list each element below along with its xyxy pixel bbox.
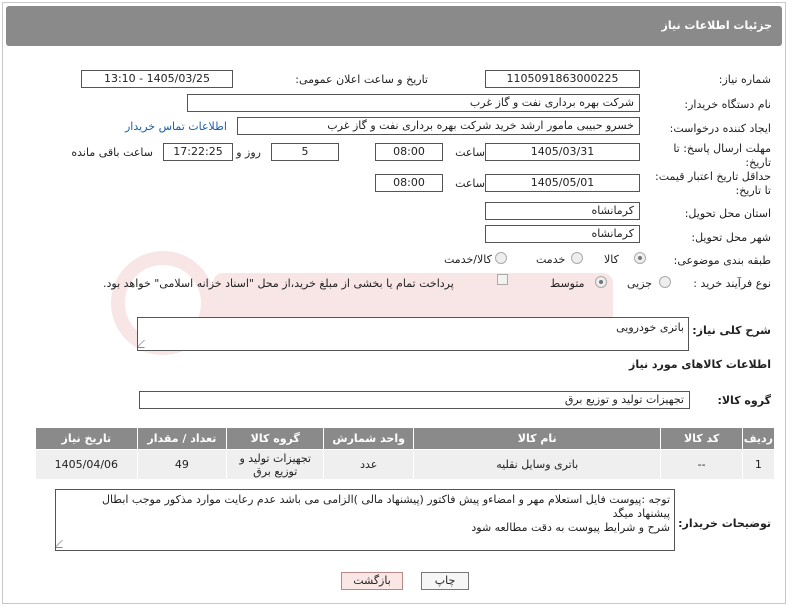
need-details-panel: جزئیات اطلاعات نیاز شماره نیاز: 11050918… [2,2,786,604]
cell-row: 1 [741,449,776,480]
col-unit: واحد شمارش [323,427,414,450]
buyer-notes-label: توضیحات خریدار: [678,517,771,530]
resize-handle[interactable] [56,540,70,548]
treasury-payment-note: پرداخت تمام یا بخشی از مبلغ خرید،از محل … [103,277,454,290]
col-qty: تعداد / مقدار [136,427,228,450]
deadline-time-label: ساعت [455,146,485,159]
goods-group-field[interactable]: تجهیزات تولید و توزیع برق [139,391,690,409]
buyer-notes-line-2: پیشنهاد میگد [612,507,670,520]
province-field[interactable]: کرمانشاه [485,202,640,220]
goods-group-label: گروه کالا: [717,394,771,407]
creator-field[interactable]: خسرو حبیبی مامور ارشد خرید شرکت بهره برد… [237,117,640,135]
process-radio-minor[interactable] [659,276,671,288]
remaining-time-field[interactable]: 17:22:25 [163,143,233,161]
buyer-notes-textarea[interactable]: توجه :پیوست فایل استعلام مهر و امضاءو پی… [55,489,675,551]
resize-handle[interactable] [138,340,152,348]
province-label: استان محل تحویل: [684,207,771,220]
announce-datetime-field[interactable]: 1405/03/25 - 13:10 [81,70,233,88]
category-radio-service[interactable] [571,252,583,264]
page-title: جزئیات اطلاعات نیاز [661,19,773,32]
process-option-minor: جزیی [627,277,653,290]
description-text: باتری خودرویی [616,321,684,334]
category-option-goods: کالا [604,253,619,266]
cell-unit: عدد [323,449,414,480]
table-row[interactable]: 1 -- باتری وسایل نقلیه عدد تجهیزات تولید… [35,449,776,480]
validity-time-label: ساعت [455,177,485,190]
description-label: شرح کلی نیاز: [692,324,771,337]
goods-table: ردیف کد کالا نام کالا واحد شمارش گروه کا… [35,427,776,480]
city-field[interactable]: کرمانشاه [485,225,640,243]
need-number-field[interactable]: 1105091863000225 [485,70,640,88]
validity-label-date: تا تاریخ: [735,184,771,197]
process-option-medium: متوسط [550,277,585,290]
remaining-days-field[interactable]: 5 [271,143,339,161]
deadline-label-date: تاریخ: [745,156,771,169]
category-radio-goods[interactable] [634,252,646,264]
goods-table-header: ردیف کد کالا نام کالا واحد شمارش گروه کا… [35,427,776,450]
print-button[interactable]: چاپ [421,572,469,590]
col-name: نام کالا [412,427,662,450]
deadline-date-field[interactable]: 1405/03/31 [485,143,640,161]
process-label: نوع فرآیند خرید : [693,277,771,290]
buyer-org-field[interactable]: شرکت بهره برداری نفت و گاز غرب [187,94,640,112]
description-textarea[interactable]: باتری خودرویی [137,317,689,351]
deadline-label: مهلت ارسال پاسخ: تا [673,142,771,155]
days-label: روز و [236,146,261,159]
cell-qty: 49 [136,449,228,480]
city-label: شهر محل تحویل: [691,231,771,244]
validity-time-field[interactable]: 08:00 [375,174,443,192]
goods-section-title: اطلاعات کالاهای مورد نیاز [629,358,771,371]
category-option-service: خدمت [536,253,566,266]
treasury-payment-checkbox[interactable] [497,274,508,285]
cell-group: تجهیزات تولید و توزیع برق [226,449,325,480]
cell-code: -- [660,449,743,480]
cell-date: 1405/04/06 [35,449,138,480]
col-code: کد کالا [660,427,743,450]
remaining-label: ساعت باقی مانده [71,146,153,159]
process-radio-medium[interactable] [595,276,607,288]
category-label: طبقه بندی موضوعی: [673,254,771,267]
col-group: گروه کالا [226,427,325,450]
validity-date-field[interactable]: 1405/05/01 [485,174,640,192]
buyer-org-label: نام دستگاه خریدار: [684,98,771,111]
creator-label: ایجاد کننده درخواست: [669,122,771,135]
deadline-time-field[interactable]: 08:00 [375,143,443,161]
col-date: تاریخ نیاز [35,427,138,450]
need-number-label: شماره نیاز: [718,73,771,86]
title-bar: جزئیات اطلاعات نیاز [6,6,782,46]
buyer-contact-link[interactable]: اطلاعات تماس خریدار [125,120,227,133]
back-button[interactable]: بازگشت [341,572,403,590]
col-row: ردیف [741,427,776,450]
buyer-notes-line-1: توجه :پیوست فایل استعلام مهر و امضاءو پی… [101,493,670,506]
buyer-notes-line-3: شرح و شرایط پیوست به دقت مطالعه شود [471,521,670,534]
cell-name: باتری وسایل نقلیه [412,449,662,480]
category-radio-goods-service[interactable] [495,252,507,264]
validity-label: حداقل تاریخ اعتبار قیمت: [655,170,771,183]
announce-label: تاریخ و ساعت اعلان عمومی: [295,73,428,86]
category-option-goods-service: کالا/خدمت [444,253,492,266]
